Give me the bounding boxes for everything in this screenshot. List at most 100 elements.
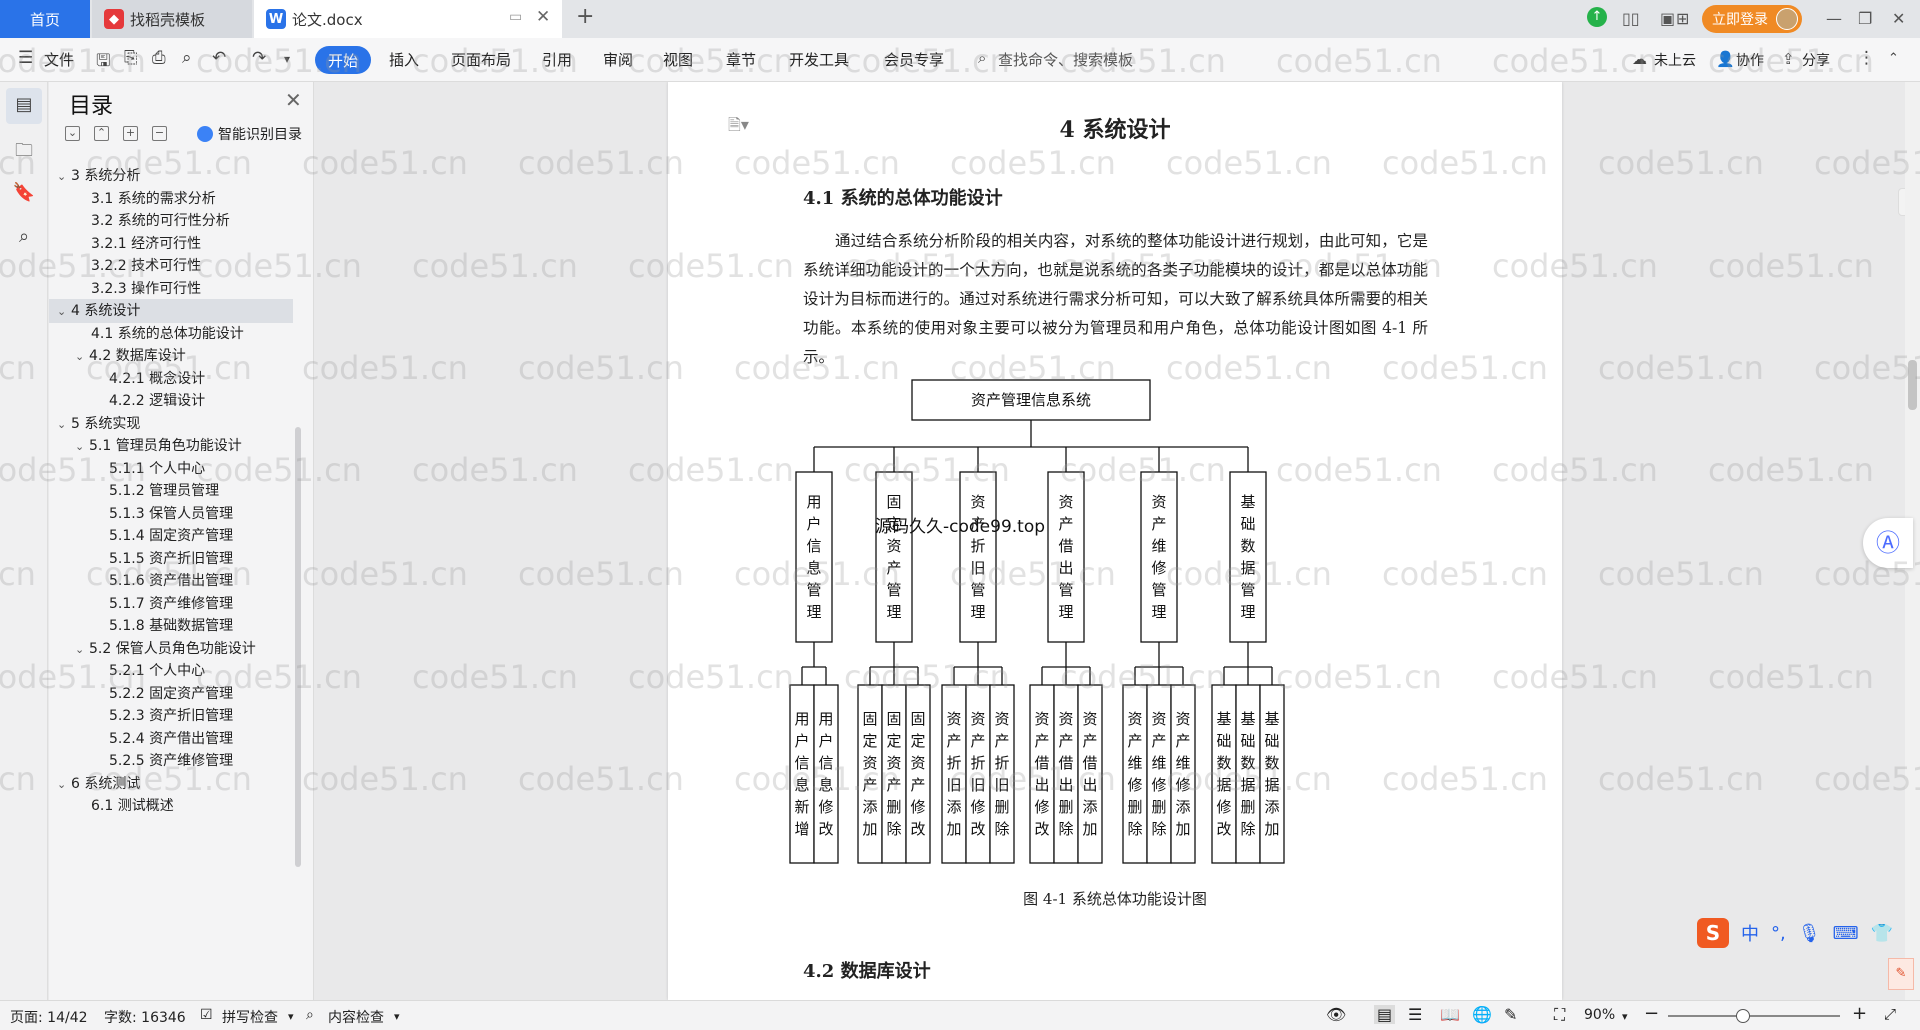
menu-page-layout[interactable]: 页面布局 — [451, 49, 511, 70]
toc-item[interactable]: 5.2.5 资产维修管理 — [49, 749, 293, 773]
fullscreen-icon[interactable]: ⤢ — [1884, 1005, 1896, 1023]
chevron-down-icon[interactable]: ⌄ — [57, 773, 71, 796]
chevron-down-icon[interactable]: ⌄ — [57, 300, 71, 323]
toc-item[interactable]: 3.2.2 技术可行性 — [49, 254, 293, 278]
chevron-down-icon[interactable]: ⌄ — [75, 638, 89, 661]
ime-lang[interactable]: 中 — [1741, 920, 1759, 946]
menu-developer[interactable]: 开发工具 — [789, 49, 849, 70]
assistant-float-icon[interactable]: Ⓐ — [1863, 518, 1913, 568]
toc-item[interactable]: 5.1.3 保管人员管理 — [49, 502, 293, 526]
print-icon[interactable]: ⎙ — [152, 48, 166, 68]
toc-icon[interactable]: ▤ — [12, 94, 36, 118]
toc-item[interactable]: 5.1.2 管理员管理 — [49, 479, 293, 503]
find-icon[interactable]: ⌕ — [12, 226, 36, 250]
shirt-icon[interactable]: 👕 — [1871, 923, 1893, 944]
close-icon[interactable]: ✕ — [285, 88, 302, 112]
bookmark-icon[interactable]: 🔖 — [12, 182, 36, 206]
cloud-status[interactable]: 未上云 — [1654, 50, 1696, 70]
content-check-dropdown-icon[interactable]: ▾ — [394, 1010, 400, 1023]
chevron-down-icon[interactable]: ⌄ — [57, 165, 71, 188]
menu-chapter[interactable]: 章节 — [726, 49, 756, 70]
menu-view[interactable]: 视图 — [663, 49, 693, 70]
content-check-button[interactable]: 内容检查 — [328, 1007, 384, 1027]
mic-icon[interactable]: 🎙 — [1798, 923, 1821, 944]
document-page[interactable]: 🗎▾ 4 系统设计 4.1 系统的总体功能设计 通过结合系统分析阶段的相关内容，… — [668, 82, 1562, 1000]
reading-view-icon[interactable]: 📖 — [1440, 1005, 1460, 1024]
toc-item[interactable]: 5.2.2 固定资产管理 — [49, 682, 293, 706]
tab-document[interactable]: W 论文.docx ▭ ✕ — [254, 0, 562, 38]
toc-item[interactable]: 3.2 系统的可行性分析 — [49, 209, 293, 233]
collapse-ribbon-icon[interactable]: ⌃ — [1888, 51, 1899, 66]
toc-item[interactable]: 4.2.2 逻辑设计 — [49, 389, 293, 413]
toc-item[interactable]: 6.1 测试概述 — [49, 794, 293, 818]
redo-icon[interactable]: ↷ — [252, 48, 266, 68]
toc-item[interactable]: 5.1.4 固定资产管理 — [49, 524, 293, 548]
zoom-slider-handle[interactable] — [1736, 1009, 1750, 1023]
outline-view-icon[interactable]: ☰ — [1408, 1005, 1422, 1024]
write-mode-icon[interactable]: ✎ — [1504, 1005, 1517, 1024]
more-icon[interactable]: ⋮ — [1858, 48, 1875, 68]
update-icon[interactable]: ↑ — [1587, 7, 1607, 27]
toc-scrollbar[interactable] — [295, 427, 301, 867]
toc-item[interactable]: 5.1.8 基础数据管理 — [49, 614, 293, 638]
toc-item[interactable]: ⌄ 5.1 管理员角色功能设计 — [49, 434, 293, 458]
close-window-icon[interactable]: ✕ — [1892, 9, 1905, 28]
toc-item[interactable]: 5.1.1 个人中心 — [49, 457, 293, 481]
toc-item[interactable]: 5.1.6 资产借出管理 — [49, 569, 293, 593]
remove-heading-icon[interactable]: − — [152, 126, 167, 141]
ime-toolbar[interactable]: S 中 °, 🎙 ⌨ 👕 — [1697, 916, 1907, 950]
restore-icon[interactable]: ❐ — [1858, 9, 1872, 28]
spell-dropdown-icon[interactable]: ▾ — [288, 1010, 294, 1023]
command-search-input[interactable]: 查找命令、搜索模板 — [998, 49, 1133, 70]
menu-references[interactable]: 引用 — [542, 49, 572, 70]
expand-all-icon[interactable]: ⌃ — [94, 126, 109, 141]
page-indicator[interactable]: 页面: 14/42 — [10, 1007, 88, 1027]
skin-icon[interactable]: ▣ — [1660, 9, 1675, 28]
toc-item[interactable]: ⌄ 4 系统设计 — [49, 299, 293, 323]
preview-icon[interactable]: ⌕ — [182, 48, 192, 68]
zoom-level[interactable]: 90% — [1584, 1007, 1615, 1023]
close-tab-icon[interactable]: ✕ — [536, 7, 550, 27]
zoom-dropdown-icon[interactable]: ▾ — [1622, 1010, 1628, 1023]
export-icon[interactable]: ⎘ — [124, 48, 138, 68]
toc-item[interactable]: ⌄ 5 系统实现 — [49, 412, 293, 436]
toc-item[interactable]: ⌄ 5.2 保管人员角色功能设计 — [49, 637, 293, 661]
toc-item[interactable]: 5.2.3 资产折旧管理 — [49, 704, 293, 728]
tab-template-store[interactable]: ◆ 找稻壳模板 — [92, 0, 252, 38]
toc-item[interactable]: 3.2.1 经济可行性 — [49, 232, 293, 256]
quick-access-dropdown-icon[interactable]: ▾ — [284, 52, 290, 66]
new-tab-icon[interactable]: + — [576, 4, 594, 29]
eye-protection-icon[interactable]: 👁 — [1326, 1005, 1346, 1024]
chevron-down-icon[interactable]: ⌄ — [75, 435, 89, 458]
punctuation-icon[interactable]: °, — [1771, 923, 1786, 944]
add-heading-icon[interactable]: + — [123, 126, 138, 141]
toc-item[interactable]: 5.2.4 资产借出管理 — [49, 727, 293, 751]
toc-item[interactable]: 4.2.1 概念设计 — [49, 367, 293, 391]
toc-item[interactable]: 5.2.1 个人中心 — [49, 659, 293, 683]
file-menu[interactable]: 文件 — [44, 49, 74, 70]
collapse-all-icon[interactable]: ⌄ — [65, 126, 80, 141]
collab-button[interactable]: 协作 — [1736, 50, 1764, 70]
share-button[interactable]: 分享 — [1802, 50, 1830, 70]
menu-review[interactable]: 审阅 — [603, 49, 633, 70]
grid-apps-icon[interactable]: ⊞ — [1676, 9, 1689, 28]
zoom-in-icon[interactable]: + — [1852, 1003, 1867, 1024]
word-count[interactable]: 字数: 16346 — [104, 1007, 186, 1027]
undo-icon[interactable]: ↶ — [212, 48, 226, 68]
scroll-thumb[interactable] — [1908, 360, 1917, 410]
web-view-icon[interactable]: 🌐 — [1472, 1005, 1492, 1024]
toc-item[interactable]: 3.2.3 操作可行性 — [49, 277, 293, 301]
login-button[interactable]: 立即登录 — [1702, 5, 1802, 33]
menu-insert[interactable]: 插入 — [389, 49, 419, 70]
smart-toc-button[interactable]: 智能识别目录 — [197, 124, 302, 144]
page-view-icon[interactable]: ▤ — [1374, 1005, 1396, 1024]
toc-item[interactable]: ⌄ 4.2 数据库设计 — [49, 344, 293, 368]
feedback-icon[interactable]: ✎ — [1888, 958, 1914, 990]
zoom-out-icon[interactable]: − — [1644, 1003, 1659, 1024]
zoom-slider[interactable] — [1668, 1015, 1840, 1017]
menu-icon[interactable]: ☰ — [18, 48, 33, 68]
toc-item[interactable]: ⌄ 6 系统测试 — [49, 772, 293, 796]
filter-icon[interactable]: ⊽ — [1898, 188, 1905, 216]
keyboard-icon[interactable]: ⌨ — [1833, 923, 1859, 944]
menu-member[interactable]: 会员专享 — [884, 49, 944, 70]
